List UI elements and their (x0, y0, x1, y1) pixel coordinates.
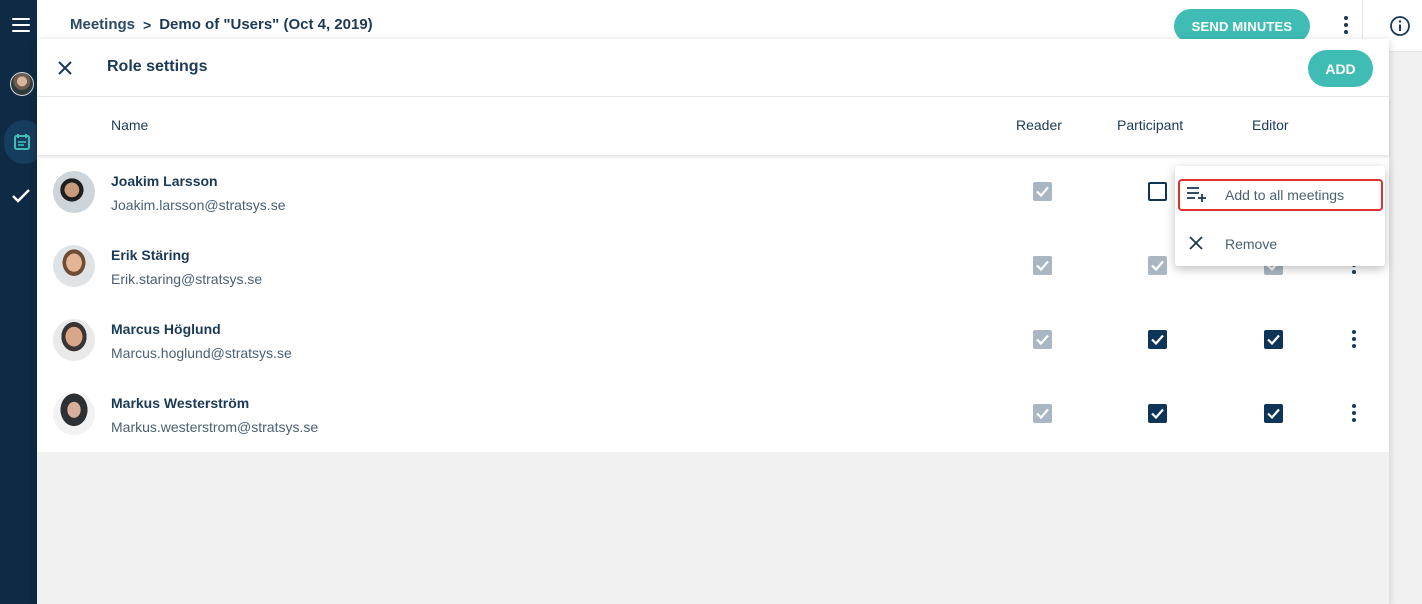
breadcrumb-meetings-link[interactable]: Meetings (70, 16, 135, 33)
participant-checkbox (1148, 256, 1167, 275)
person-name: Marcus Höglund (111, 321, 221, 337)
send-minutes-button[interactable]: SEND MINUTES (1174, 9, 1310, 43)
table-row: Marcus Höglund Marcus.hoglund@stratsys.s… (37, 303, 1389, 377)
person-name: Joakim Larsson (111, 173, 218, 189)
row-more-options-icon[interactable] (1352, 330, 1356, 352)
table-header: Name Reader Participant Editor (37, 97, 1389, 155)
column-header-editor: Editor (1252, 117, 1289, 133)
person-email: Markus.westerstrom@stratsys.se (111, 419, 319, 435)
menu-item-label: Add to all meetings (1225, 187, 1345, 203)
breadcrumb: Meetings > Demo of "Users" (Oct 4, 2019) (70, 16, 373, 33)
playlist-add-icon (1185, 185, 1209, 207)
menu-item-remove[interactable]: Remove (1175, 220, 1385, 266)
column-header-reader: Reader (1016, 117, 1062, 133)
calendar-icon (14, 134, 30, 150)
avatar (53, 393, 95, 435)
editor-checkbox[interactable] (1264, 404, 1283, 423)
avatar (53, 319, 95, 361)
row-more-options-icon[interactable] (1352, 404, 1356, 426)
row-context-menu: Add to all meetings Remove (1175, 166, 1385, 266)
person-email: Joakim.larsson@stratsys.se (111, 197, 286, 213)
table-row: Markus Westerström Markus.westerstrom@st… (37, 377, 1389, 451)
column-header-name: Name (111, 117, 149, 133)
menu-item-add-to-all-meetings[interactable]: Add to all meetings (1175, 171, 1385, 217)
participant-checkbox[interactable] (1148, 182, 1167, 201)
info-icon[interactable] (1389, 15, 1411, 41)
user-avatar[interactable] (10, 72, 34, 96)
reader-checkbox (1033, 330, 1052, 349)
add-button[interactable]: ADD (1308, 50, 1373, 87)
left-rail (0, 0, 44, 604)
person-name: Markus Westerström (111, 395, 250, 411)
close-icon[interactable] (57, 60, 73, 80)
participant-checkbox[interactable] (1148, 404, 1167, 423)
avatar (53, 171, 95, 213)
avatar (53, 245, 95, 287)
participant-checkbox[interactable] (1148, 330, 1167, 349)
tasks-check-icon[interactable] (12, 188, 30, 207)
reader-checkbox (1033, 256, 1052, 275)
breadcrumb-current: Demo of "Users" (Oct 4, 2019) (159, 16, 373, 33)
breadcrumb-separator: > (143, 16, 152, 33)
hamburger-menu-icon[interactable] (12, 18, 30, 32)
menu-item-label: Remove (1225, 236, 1278, 252)
reader-checkbox (1033, 404, 1052, 423)
dialog-header: Role settings ADD (37, 39, 1389, 97)
person-email: Erik.staring@stratsys.se (111, 271, 263, 287)
person-email: Marcus.hoglund@stratsys.se (111, 345, 292, 361)
dialog-title: Role settings (107, 58, 208, 75)
editor-checkbox[interactable] (1264, 330, 1283, 349)
close-icon (1188, 235, 1204, 255)
column-header-participant: Participant (1117, 117, 1184, 133)
more-options-icon[interactable] (1344, 16, 1348, 38)
role-settings-dialog: Role settings ADD Name Reader Participan… (37, 39, 1389, 604)
reader-checkbox (1033, 182, 1052, 201)
person-name: Erik Stäring (111, 247, 190, 263)
